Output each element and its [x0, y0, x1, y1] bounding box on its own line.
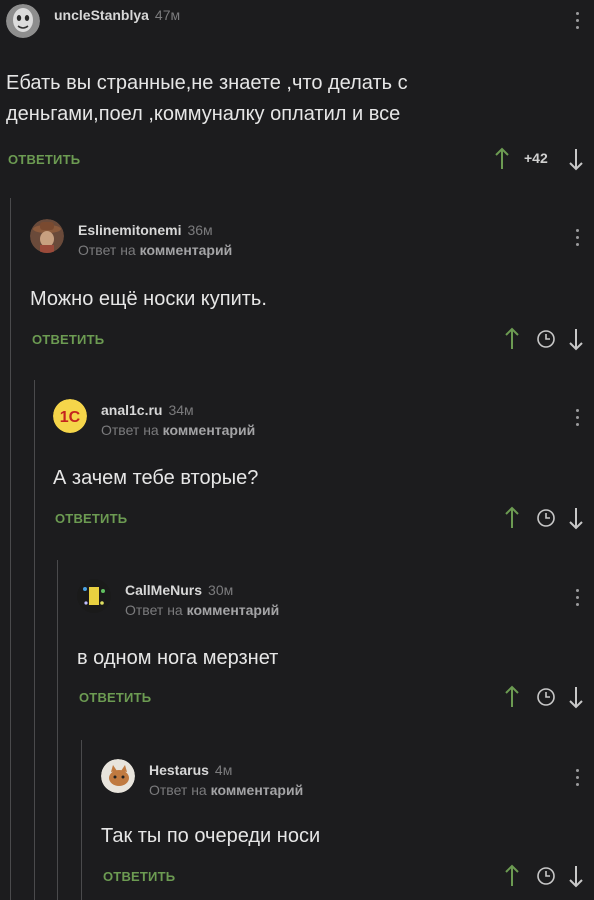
comment-header: CallMeNurs 30м Ответ на комментарий [77, 577, 594, 618]
comment-text: А зачем тебе вторые? [53, 463, 258, 494]
arrow-down-icon[interactable] [568, 864, 584, 893]
comment-3: 1С anal1c.ru 34м Ответ на комментарий А з… [53, 397, 594, 537]
vote-actions [504, 685, 594, 711]
comment-1: uncleStanblya 47м Ебать вы странные,не зн… [6, 2, 594, 187]
comment-text-line: Можно ещё носки купить. [30, 288, 267, 310]
author-name[interactable]: Hestarus 4м [149, 762, 232, 778]
svg-text:1С: 1С [60, 409, 81, 426]
comment-time: 30м [208, 582, 234, 598]
author-name[interactable]: uncleStanblya 47м [54, 7, 180, 23]
reply-parent-link[interactable]: комментарий [187, 602, 280, 618]
arrow-down-icon[interactable] [568, 327, 584, 356]
author-name-text[interactable]: CallMeNurs [125, 582, 202, 598]
arrow-up-icon[interactable] [494, 147, 510, 176]
comment-5: Hestarus 4м Ответ на комментарий Так ты п… [101, 757, 594, 897]
reply-button[interactable]: ОТВЕТИТЬ [32, 332, 104, 347]
reply-prefix: Ответ на [101, 422, 159, 438]
vote-actions [504, 864, 594, 890]
reply-parent-link[interactable]: комментарий [211, 782, 304, 798]
comment-text-line: А зачем тебе вторые? [53, 467, 259, 489]
comment-text-line: в одном нога мерзнет [77, 647, 279, 669]
reply-button[interactable]: ОТВЕТИТЬ [8, 152, 80, 167]
reply-prefix: Ответ на [149, 782, 207, 798]
author-name-text[interactable]: Eslinemitonemi [78, 222, 181, 238]
reply-meta: Ответ на комментарий [78, 242, 232, 258]
comment-text: Можно ещё носки купить. [30, 284, 267, 315]
reply-prefix: Ответ на [125, 602, 183, 618]
comment-time: 47м [154, 7, 181, 23]
comment-text-line: Так ты по очереди носи [101, 825, 321, 847]
clock-icon[interactable] [536, 329, 556, 354]
arrow-up-icon[interactable] [504, 685, 520, 714]
author-name-text[interactable]: anal1c.ru [101, 402, 162, 418]
reply-meta: Ответ на комментарий [149, 782, 303, 798]
comment-header: Hestarus 4м Ответ на комментарий [101, 757, 594, 798]
vertical-dots-icon[interactable] [574, 409, 580, 431]
thread-line-level-4 [81, 740, 82, 900]
arrow-down-icon[interactable] [568, 685, 584, 714]
vertical-dots-icon[interactable] [574, 589, 580, 611]
reply-parent-link[interactable]: комментарий [140, 242, 233, 258]
reply-parent-link[interactable]: комментарий [163, 422, 256, 438]
comment-4: CallMeNurs 30м Ответ на комментарий в одн… [77, 577, 594, 717]
vertical-dots-icon[interactable] [574, 12, 580, 34]
comment-text-line: деньгами,поел ,коммуналку оплатил и все [6, 103, 401, 125]
comment-text-line: Ебать вы странные,не знаете ,что делать … [6, 72, 408, 94]
comment-time: 36м [187, 222, 213, 238]
clock-icon[interactable] [536, 508, 556, 533]
comment-text: Ебать вы странные,не знаете ,что делать … [6, 68, 408, 130]
vote-actions: +42 [494, 147, 594, 173]
reply-button[interactable]: ОТВЕТИТЬ [55, 511, 127, 526]
reply-meta: Ответ на комментарий [125, 602, 279, 618]
thread-line-level-3 [57, 560, 58, 900]
author-name-text[interactable]: uncleStanblya [54, 7, 149, 23]
thread-line-level-1 [10, 198, 11, 900]
vote-actions [504, 506, 594, 532]
author-name-text[interactable]: Hestarus [149, 762, 209, 778]
arrow-up-icon[interactable] [504, 327, 520, 356]
comment-header: 1С anal1c.ru 34м Ответ на комментарий [53, 397, 594, 438]
mask-avatar[interactable] [6, 4, 40, 38]
comment-text: в одном нога мерзнет [77, 643, 278, 674]
comment-header: uncleStanblya 47м [6, 2, 594, 42]
1c-logo-avatar[interactable]: 1С [53, 399, 87, 433]
comment-2: Eslinemitonemi 36м Ответ на комментарий М… [30, 217, 594, 357]
reply-prefix: Ответ на [78, 242, 136, 258]
arrow-up-icon[interactable] [504, 506, 520, 535]
arrow-down-icon[interactable] [568, 506, 584, 535]
author-name[interactable]: Eslinemitonemi 36м [78, 222, 213, 238]
arrow-up-icon[interactable] [504, 864, 520, 893]
thread-line-level-2 [34, 380, 35, 900]
vote-actions [504, 327, 594, 353]
arrow-down-icon[interactable] [568, 147, 584, 176]
author-name[interactable]: anal1c.ru 34м [101, 402, 194, 418]
comment-time: 34м [168, 402, 194, 418]
comment-time: 4м [214, 762, 233, 778]
vertical-dots-icon[interactable] [574, 769, 580, 791]
glitter-avatar[interactable] [77, 579, 111, 613]
reply-button[interactable]: ОТВЕТИТЬ [79, 690, 151, 705]
vertical-dots-icon[interactable] [574, 229, 580, 251]
comment-header: Eslinemitonemi 36м Ответ на комментарий [30, 217, 594, 258]
reply-button[interactable]: ОТВЕТИТЬ [103, 869, 175, 884]
reply-meta: Ответ на комментарий [101, 422, 255, 438]
score-value: +42 [524, 150, 548, 166]
author-name[interactable]: CallMeNurs 30м [125, 582, 233, 598]
comment-text: Так ты по очереди носи [101, 821, 320, 852]
cowboy-avatar[interactable] [30, 219, 64, 253]
clock-icon[interactable] [536, 687, 556, 712]
cat-avatar[interactable] [101, 759, 135, 793]
clock-icon[interactable] [536, 866, 556, 891]
